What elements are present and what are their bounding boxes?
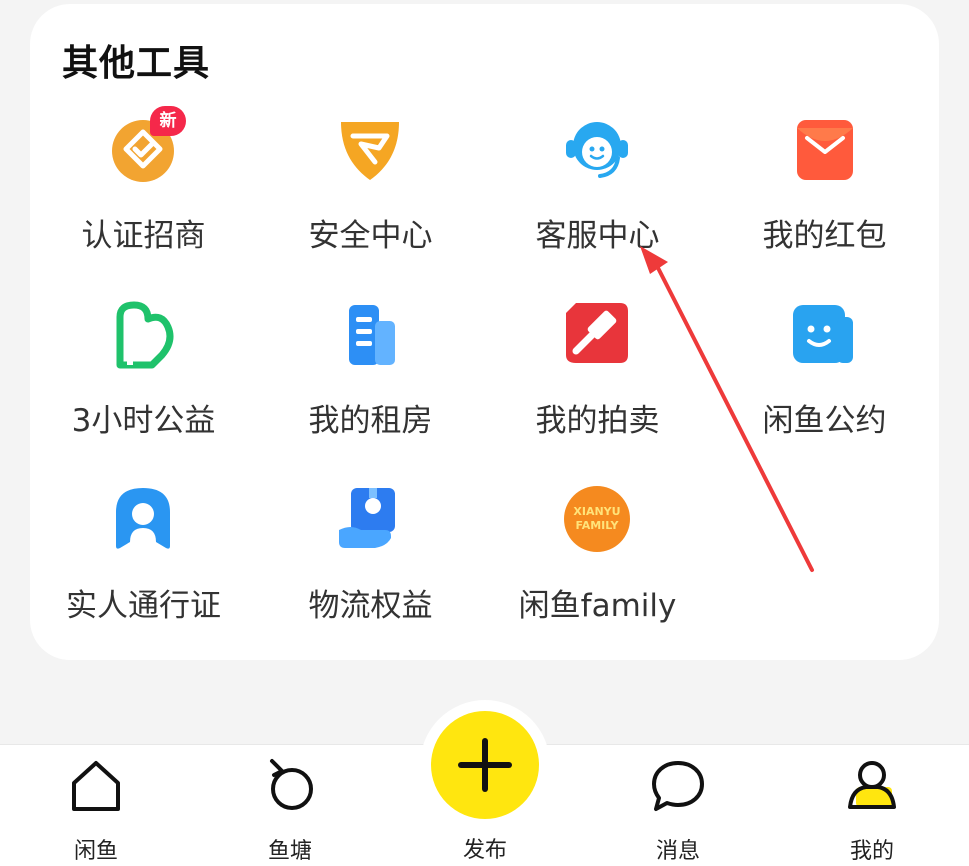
tool-label: 物流权益	[308, 588, 433, 624]
tool-certified-merchant[interactable]: 新 认证招商	[30, 106, 257, 284]
tab-profile[interactable]: 我的	[812, 757, 932, 864]
tool-label: 客服中心	[535, 218, 660, 254]
new-badge: 新	[150, 106, 186, 136]
logo-line-2: FAMILY	[575, 519, 619, 532]
tool-label: 闲鱼family	[518, 588, 677, 624]
tab-home[interactable]: 闲鱼	[36, 757, 156, 864]
person-badge-icon	[108, 484, 178, 554]
shield-icon	[335, 114, 405, 184]
profile-icon	[844, 757, 900, 813]
tab-label: 鱼塘	[267, 839, 312, 864]
tab-label: 闲鱼	[73, 839, 118, 864]
tool-xianyu-family[interactable]: XIANYU FAMILY 闲鱼family	[484, 484, 711, 654]
logistics-box-icon	[335, 484, 405, 554]
tool-charity[interactable]: 3小时公益	[30, 299, 257, 469]
tool-customer-service[interactable]: 客服中心	[484, 114, 711, 284]
smile-card-icon	[789, 299, 859, 369]
tool-auction[interactable]: 我的拍卖	[484, 299, 711, 469]
tool-real-person-pass[interactable]: 实人通行证	[30, 484, 257, 654]
tool-logistics-benefits[interactable]: 物流权益	[257, 484, 484, 654]
tool-rental[interactable]: 我的租房	[257, 299, 484, 469]
charity-icon	[108, 299, 178, 369]
section-title: 其他工具	[62, 43, 211, 84]
tab-label: 我的	[849, 839, 894, 864]
tool-label: 我的租房	[308, 403, 433, 439]
xianyu-family-logo: XIANYU FAMILY	[562, 484, 632, 554]
tool-label: 我的拍卖	[535, 403, 660, 439]
auction-hammer-icon	[562, 299, 632, 369]
tool-label: 闲鱼公约	[762, 403, 887, 439]
message-bubble-icon	[650, 757, 706, 813]
tab-messages[interactable]: 消息	[618, 757, 738, 864]
tool-red-envelope[interactable]: 我的红包	[711, 114, 938, 284]
tool-label: 3小时公益	[71, 403, 216, 439]
fish-pond-icon	[262, 757, 318, 813]
tab-label: 消息	[655, 839, 700, 864]
building-icon	[335, 299, 405, 369]
tool-security-center[interactable]: 安全中心	[257, 114, 484, 284]
tab-fish-pond[interactable]: 鱼塘	[230, 757, 350, 864]
publish-button[interactable]	[431, 711, 539, 819]
tool-covenant[interactable]: 闲鱼公约	[711, 299, 938, 469]
tool-label: 安全中心	[308, 218, 433, 254]
logo-line-1: XIANYU	[573, 505, 620, 518]
tool-label: 认证招商	[81, 218, 206, 254]
plus-icon	[458, 738, 512, 792]
other-tools-card: 其他工具 新 认证招商 安全中心 客服中心 我的红包 3小时公益 我的租房 我的…	[30, 4, 939, 660]
home-icon	[68, 757, 124, 813]
certified-merchant-icon: 新	[108, 106, 186, 184]
customer-service-icon	[562, 114, 632, 184]
tab-label: 发布	[462, 838, 507, 863]
tool-label: 实人通行证	[66, 588, 221, 624]
red-envelope-icon	[789, 114, 859, 184]
tool-label: 我的红包	[762, 218, 887, 254]
